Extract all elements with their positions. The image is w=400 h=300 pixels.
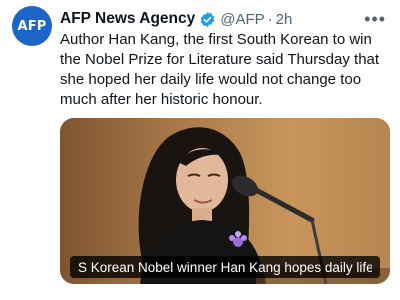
footer-cutoff	[60, 291, 180, 300]
author-name[interactable]: AFP News Agency	[60, 10, 195, 28]
verified-badge-icon	[199, 11, 216, 28]
more-options-icon[interactable]: •••	[362, 10, 388, 28]
author-handle[interactable]: @AFP	[220, 11, 264, 28]
tweet-text: Author Han Kang, the first South Korean …	[60, 31, 380, 108]
avatar-logo-text: AFP	[17, 18, 47, 34]
tweet-header: AFP News Agency @AFP · 2h •••	[60, 9, 388, 29]
header-separator: ·	[267, 10, 273, 28]
tweet-timestamp[interactable]: 2h	[276, 11, 293, 28]
media-caption-bar: S Korean Nobel winner Han Kang hopes dai…	[70, 256, 380, 278]
tweet-media[interactable]: S Korean Nobel winner Han Kang hopes dai…	[60, 118, 390, 284]
avatar[interactable]: AFP	[12, 6, 52, 46]
tweet-card[interactable]: AFP AFP News Agency @AFP · 2h ••• Author…	[0, 0, 400, 300]
media-caption: S Korean Nobel winner Han Kang hopes dai…	[78, 259, 372, 275]
